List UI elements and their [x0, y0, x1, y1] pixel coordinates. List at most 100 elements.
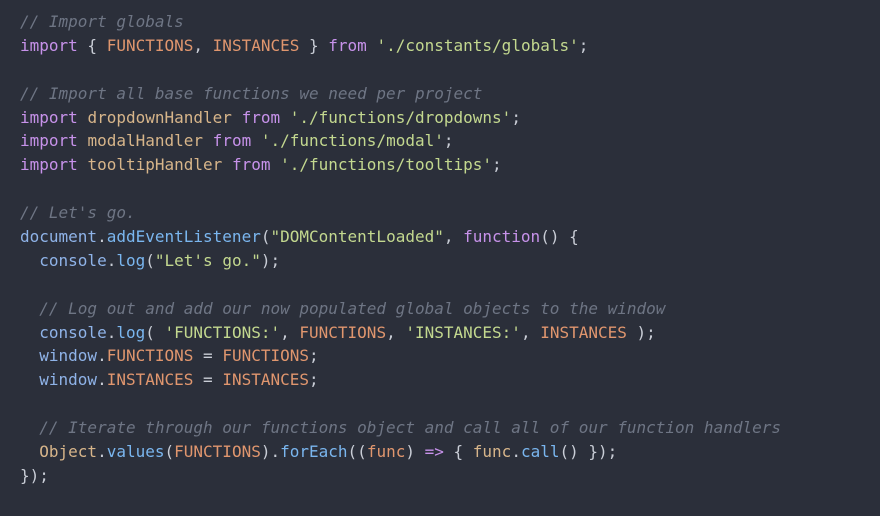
code-line: // Import all base functions we need per… [20, 82, 880, 106]
code-token-punct [280, 108, 290, 127]
code-token-ident: dropdownHandler [87, 107, 232, 127]
code-line: Object.values(FUNCTIONS).forEach((func) … [20, 440, 880, 464]
code-token-ident: modalHandler [87, 131, 204, 151]
code-token-comment: // Iterate through our functions object … [39, 418, 781, 438]
code-token-punct: , [520, 322, 541, 342]
code-token-obj: window [39, 370, 98, 390]
code-line: import modalHandler from './functions/mo… [20, 129, 880, 153]
code-token-punct: . [97, 442, 107, 462]
code-token-string: "Let's go." [154, 250, 261, 270]
code-token-string: "DOMContentLoaded" [270, 227, 444, 247]
code-token-punct: . [97, 227, 107, 247]
code-token-punct: { [77, 35, 107, 55]
code-token-const: FUNCTIONS [222, 346, 310, 366]
code-line: // Iterate through our functions object … [20, 416, 880, 440]
code-line: window.INSTANCES = INSTANCES; [20, 368, 880, 392]
code-token-method: log [116, 322, 146, 342]
code-token-comment: // Let's go. [20, 203, 136, 223]
code-token-method: forEach [280, 442, 348, 462]
code-token-punct [78, 131, 88, 150]
code-token-string: 'INSTANCES:' [405, 322, 521, 342]
code-token-punct [78, 155, 88, 174]
code-token-method: call [520, 442, 560, 462]
code-token-punct: ; [309, 346, 319, 366]
code-token-punct: ; [492, 155, 502, 175]
code-token-keyword: from [241, 107, 281, 127]
code-token-comment: // Import globals [20, 12, 184, 31]
code-token-punct: . [97, 346, 107, 366]
code-token-obj: document [20, 227, 98, 247]
code-token-punct [78, 108, 88, 127]
code-token-string: './functions/tooltips' [280, 155, 493, 175]
code-token-punct [20, 299, 39, 318]
code-token-punct: () }); [559, 442, 618, 462]
code-token-const: INSTANCES [106, 370, 194, 390]
code-token-string: './functions/modal' [260, 131, 444, 151]
code-token-op: => [424, 442, 444, 462]
code-line: import dropdownHandler from './functions… [20, 106, 880, 130]
code-token-const: INSTANCES [212, 35, 300, 55]
code-token-keyword: from [212, 131, 252, 151]
code-token-const: INSTANCES [222, 370, 310, 390]
code-token-punct: } [299, 35, 329, 55]
code-token-string: './constants/globals' [376, 35, 579, 55]
code-token-punct [20, 442, 39, 461]
code-token-punct [20, 346, 39, 365]
code-token-ident: tooltipHandler [87, 155, 223, 175]
code-token-param: func [366, 442, 406, 462]
code-token-punct: ( [145, 250, 155, 270]
code-line: import { FUNCTIONS, INSTANCES } from './… [20, 34, 880, 58]
code-token-punct: ) [405, 442, 425, 462]
code-token-punct: = [193, 370, 223, 390]
code-token-method: log [116, 250, 146, 270]
code-token-punct: ); [260, 250, 281, 270]
code-token-punct [20, 251, 39, 270]
code-token-string: './functions/dropdowns' [289, 107, 512, 127]
code-token-const: FUNCTIONS [106, 35, 194, 55]
code-token-ident: Object [39, 442, 98, 462]
code-token-punct [20, 370, 39, 389]
code-token-const: FUNCTIONS [106, 346, 194, 366]
code-line: console.log("Let's go."); [20, 249, 880, 273]
code-line: document.addEventListener("DOMContentLoa… [20, 225, 880, 249]
code-token-punct [367, 36, 377, 55]
code-token-punct [203, 131, 213, 150]
code-line: // Log out and add our now populated glo… [20, 297, 880, 321]
code-token-punct: ; [511, 107, 521, 127]
code-token-punct: ( [145, 322, 165, 342]
code-token-ident: func [472, 442, 512, 462]
code-token-punct: , [386, 322, 406, 342]
code-token-const: FUNCTIONS [299, 322, 387, 342]
code-token-keyword: import [20, 131, 78, 151]
code-line: window.FUNCTIONS = FUNCTIONS; [20, 344, 880, 368]
code-token-keyword: from [231, 155, 271, 175]
code-token-obj: console [39, 322, 107, 342]
code-token-comment: // Import all base functions we need per… [20, 83, 483, 103]
code-token-keyword: import [20, 35, 78, 55]
code-token-punct [20, 418, 39, 437]
code-editor[interactable]: // Import globals import { FUNCTIONS, INS… [0, 0, 880, 516]
code-token-punct [20, 323, 39, 342]
code-token-punct [251, 131, 261, 150]
code-token-punct: . [511, 442, 521, 462]
code-token-punct [232, 108, 242, 127]
code-token-method: values [106, 442, 165, 462]
code-token-keyword: from [328, 35, 367, 55]
code-token-obj: window [39, 346, 98, 366]
code-token-punct: (( [347, 442, 367, 462]
code-token-punct: , [193, 35, 213, 55]
code-token-const: FUNCTIONS [174, 442, 261, 462]
code-token-punct: ). [260, 442, 281, 462]
code-line: }); [20, 464, 880, 488]
code-token-punct: ); [626, 322, 656, 342]
code-token-string: 'FUNCTIONS:' [164, 322, 281, 342]
code-token-punct: ( [164, 442, 175, 462]
code-token-punct: ; [309, 370, 319, 390]
code-token-punct: . [106, 322, 117, 342]
code-line: console.log( 'FUNCTIONS:', FUNCTIONS, 'I… [20, 321, 880, 345]
code-line: import tooltipHandler from './functions/… [20, 153, 880, 177]
code-token-punct: { [443, 442, 473, 462]
